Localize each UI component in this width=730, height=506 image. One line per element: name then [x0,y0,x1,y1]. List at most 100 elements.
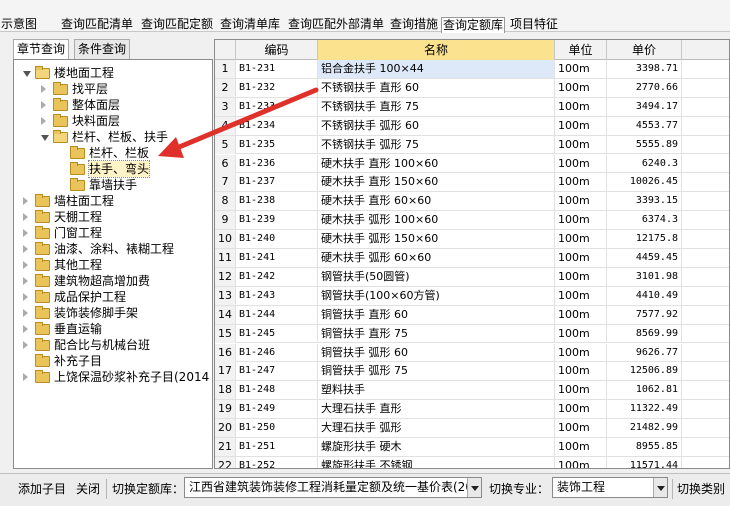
major-select[interactable]: 装饰工程 [552,477,668,498]
expand-arrow-icon[interactable] [23,229,28,237]
row-price: 4459.45 [607,249,682,267]
tree-node[interactable]: 扶手、弯头 [14,160,212,178]
tab-item-features[interactable]: 项目特征 [509,17,559,32]
col-index-header[interactable] [215,40,236,60]
expand-arrow-icon[interactable] [23,325,28,333]
table-row[interactable]: 22 B1-252 螺旋形扶手 不锈钢 100m 11571.44 [215,456,729,468]
tree-node[interactable]: 建筑物超高增加费 [14,273,212,289]
tree-node[interactable]: 天棚工程 [14,209,212,225]
folder-icon [35,258,50,271]
table-row[interactable]: 19 B1-249 大理石扶手 直形 100m 11322.49 [215,400,729,420]
table-row[interactable]: 13 B1-243 钢管扶手(100×60方管) 100m 4410.49 [215,286,729,306]
table-row[interactable]: 3 B1-233 不锈钢扶手 直形 75 100m 3494.17 [215,97,729,117]
tree-node[interactable]: 栏杆、栏板、扶手 [14,129,212,145]
tab-external-bill[interactable]: 查询匹配外部清单 [287,17,385,32]
tree-node[interactable]: 墙柱面工程 [14,193,212,209]
tree-node[interactable]: 门窗工程 [14,225,212,241]
row-unit: 100m [555,135,607,154]
expand-arrow-icon[interactable] [23,245,28,253]
tab-quota-library[interactable]: 查询定额库 [441,17,506,33]
tree-node[interactable]: 装饰装修脚手架 [14,305,212,321]
table-row[interactable]: 18 B1-248 塑料扶手 100m 1062.81 [215,381,729,401]
expand-arrow-icon[interactable] [23,293,28,301]
tree-node[interactable]: 配合比与机械台班 [14,337,212,353]
tree-node[interactable]: 栏杆、栏板 [14,145,212,161]
row-name: 不锈钢扶手 弧形 75 [318,135,555,154]
row-code: B1-247 [236,362,318,381]
tree-node[interactable]: 油漆、涂料、裱糊工程 [14,241,212,257]
tree-node[interactable]: 补充子目 [14,353,212,369]
row-name: 硬木扶手 直形 150×60 [318,173,555,192]
expand-arrow-icon[interactable] [23,261,28,269]
row-unit: 100m [555,173,607,192]
table-row[interactable]: 7 B1-237 硬木扶手 直形 150×60 100m 10026.45 [215,173,729,193]
table-row[interactable]: 4 B1-234 不锈钢扶手 弧形 60 100m 4553.77 [215,116,729,136]
expand-arrow-icon[interactable] [23,373,28,381]
table-row[interactable]: 14 B1-244 铜管扶手 直形 60 100m 7577.92 [215,305,729,325]
tree-node[interactable]: 垂直运输 [14,321,212,337]
row-price: 4553.77 [607,116,682,135]
table-row[interactable]: 12 B1-242 钢管扶手(50圆管) 100m 3101.98 [215,267,729,287]
tab-bill-library[interactable]: 查询清单库 [219,17,281,32]
table-row[interactable]: 17 B1-247 铜管扶手 弧形 75 100m 12506.89 [215,362,729,382]
add-subitem-button[interactable]: 添加子目 [18,479,66,499]
table-row[interactable]: 10 B1-240 硬木扶手 弧形 150×60 100m 12175.8 [215,230,729,249]
tree-node[interactable]: 上饶保温砂浆补充子目(2014 [14,369,212,385]
expand-arrow-icon[interactable] [23,213,28,221]
expand-arrow-icon[interactable] [23,341,28,349]
collapse-arrow-icon[interactable] [23,71,31,77]
tree-node[interactable]: 整体面层 [14,97,212,113]
quota-library-value: 江西省建筑装饰装修工程消耗量定额及统一基价表(20 [189,480,473,494]
expand-arrow-icon[interactable] [41,85,46,93]
tab-match-bill[interactable]: 查询匹配清单 [60,17,134,32]
table-row[interactable]: 5 B1-235 不锈钢扶手 弧形 75 100m 5555.89 [215,135,729,155]
table-row[interactable]: 15 B1-245 铜管扶手 直形 75 100m 8569.99 [215,324,729,344]
col-name-header[interactable]: 名称 [318,40,555,60]
tree-node[interactable]: 靠墙扶手 [14,177,212,193]
col-price-header[interactable]: 单价 [607,40,682,60]
row-name: 铝合金扶手 100×44 [318,60,555,78]
tab-measures[interactable]: 查询措施 [389,17,439,32]
table-row[interactable]: 20 B1-250 大理石扶手 弧形 100m 21482.99 [215,419,729,438]
row-price: 1062.81 [607,381,682,400]
table-row[interactable]: 16 B1-246 铜管扶手 弧形 60 100m 9626.77 [215,343,729,363]
chevron-down-icon[interactable] [467,478,481,497]
tree-node[interactable]: 成品保护工程 [14,289,212,305]
table-row[interactable]: 9 B1-239 硬木扶手 弧形 100×60 100m 6374.3 [215,211,729,231]
folder-icon [35,338,50,351]
table-row[interactable]: 11 B1-241 硬木扶手 弧形 60×60 100m 4459.45 [215,249,729,268]
switch-category-button[interactable]: 切换类别 [677,479,725,499]
expand-arrow-icon[interactable] [23,197,28,205]
expand-arrow-icon[interactable] [41,101,46,109]
expand-arrow-icon[interactable] [41,117,46,125]
row-code: B1-232 [236,78,318,97]
tree-node[interactable]: 找平层 [14,81,212,97]
tree-node[interactable]: 楼地面工程 [14,65,212,81]
tab-match-quota[interactable]: 查询匹配定额 [140,17,214,32]
tab-chapter-query[interactable]: 章节查询 [13,39,70,60]
table-header: 编码 名称 单位 单价 [215,40,729,60]
folder-icon [53,114,68,127]
table-row[interactable]: 2 B1-232 不锈钢扶手 直形 60 100m 2770.66 [215,78,729,98]
table-row[interactable]: 1 B1-231 铝合金扶手 100×44 100m 3398.71 [215,60,729,79]
table-row[interactable]: 6 B1-236 硬木扶手 直形 100×60 100m 6240.3 [215,154,729,174]
col-unit-header[interactable]: 单位 [555,40,607,60]
tree-node[interactable]: 块料面层 [14,113,212,129]
row-index: 20 [215,419,236,438]
expand-arrow-icon[interactable] [23,277,28,285]
col-code-header[interactable]: 编码 [236,40,318,60]
row-price: 3494.17 [607,97,682,116]
tab-condition-query[interactable]: 条件查询 [74,39,131,59]
chevron-down-icon[interactable] [653,478,667,497]
tree-node[interactable]: 其他工程 [14,257,212,273]
tab-diagram[interactable]: 示意图 [0,17,38,32]
table-row[interactable]: 8 B1-238 硬木扶手 直形 60×60 100m 3393.15 [215,192,729,212]
row-name: 铜管扶手 弧形 60 [318,343,555,362]
row-index: 10 [215,230,236,249]
expand-arrow-icon[interactable] [23,309,28,317]
quota-library-select[interactable]: 江西省建筑装饰装修工程消耗量定额及统一基价表(20 [184,477,482,498]
table-row[interactable]: 21 B1-251 螺旋形扶手 硬木 100m 8955.85 [215,438,729,457]
collapse-arrow-icon[interactable] [41,135,49,141]
tree-node-label: 块料面层 [72,114,121,128]
close-button[interactable]: 关闭 [76,479,100,499]
